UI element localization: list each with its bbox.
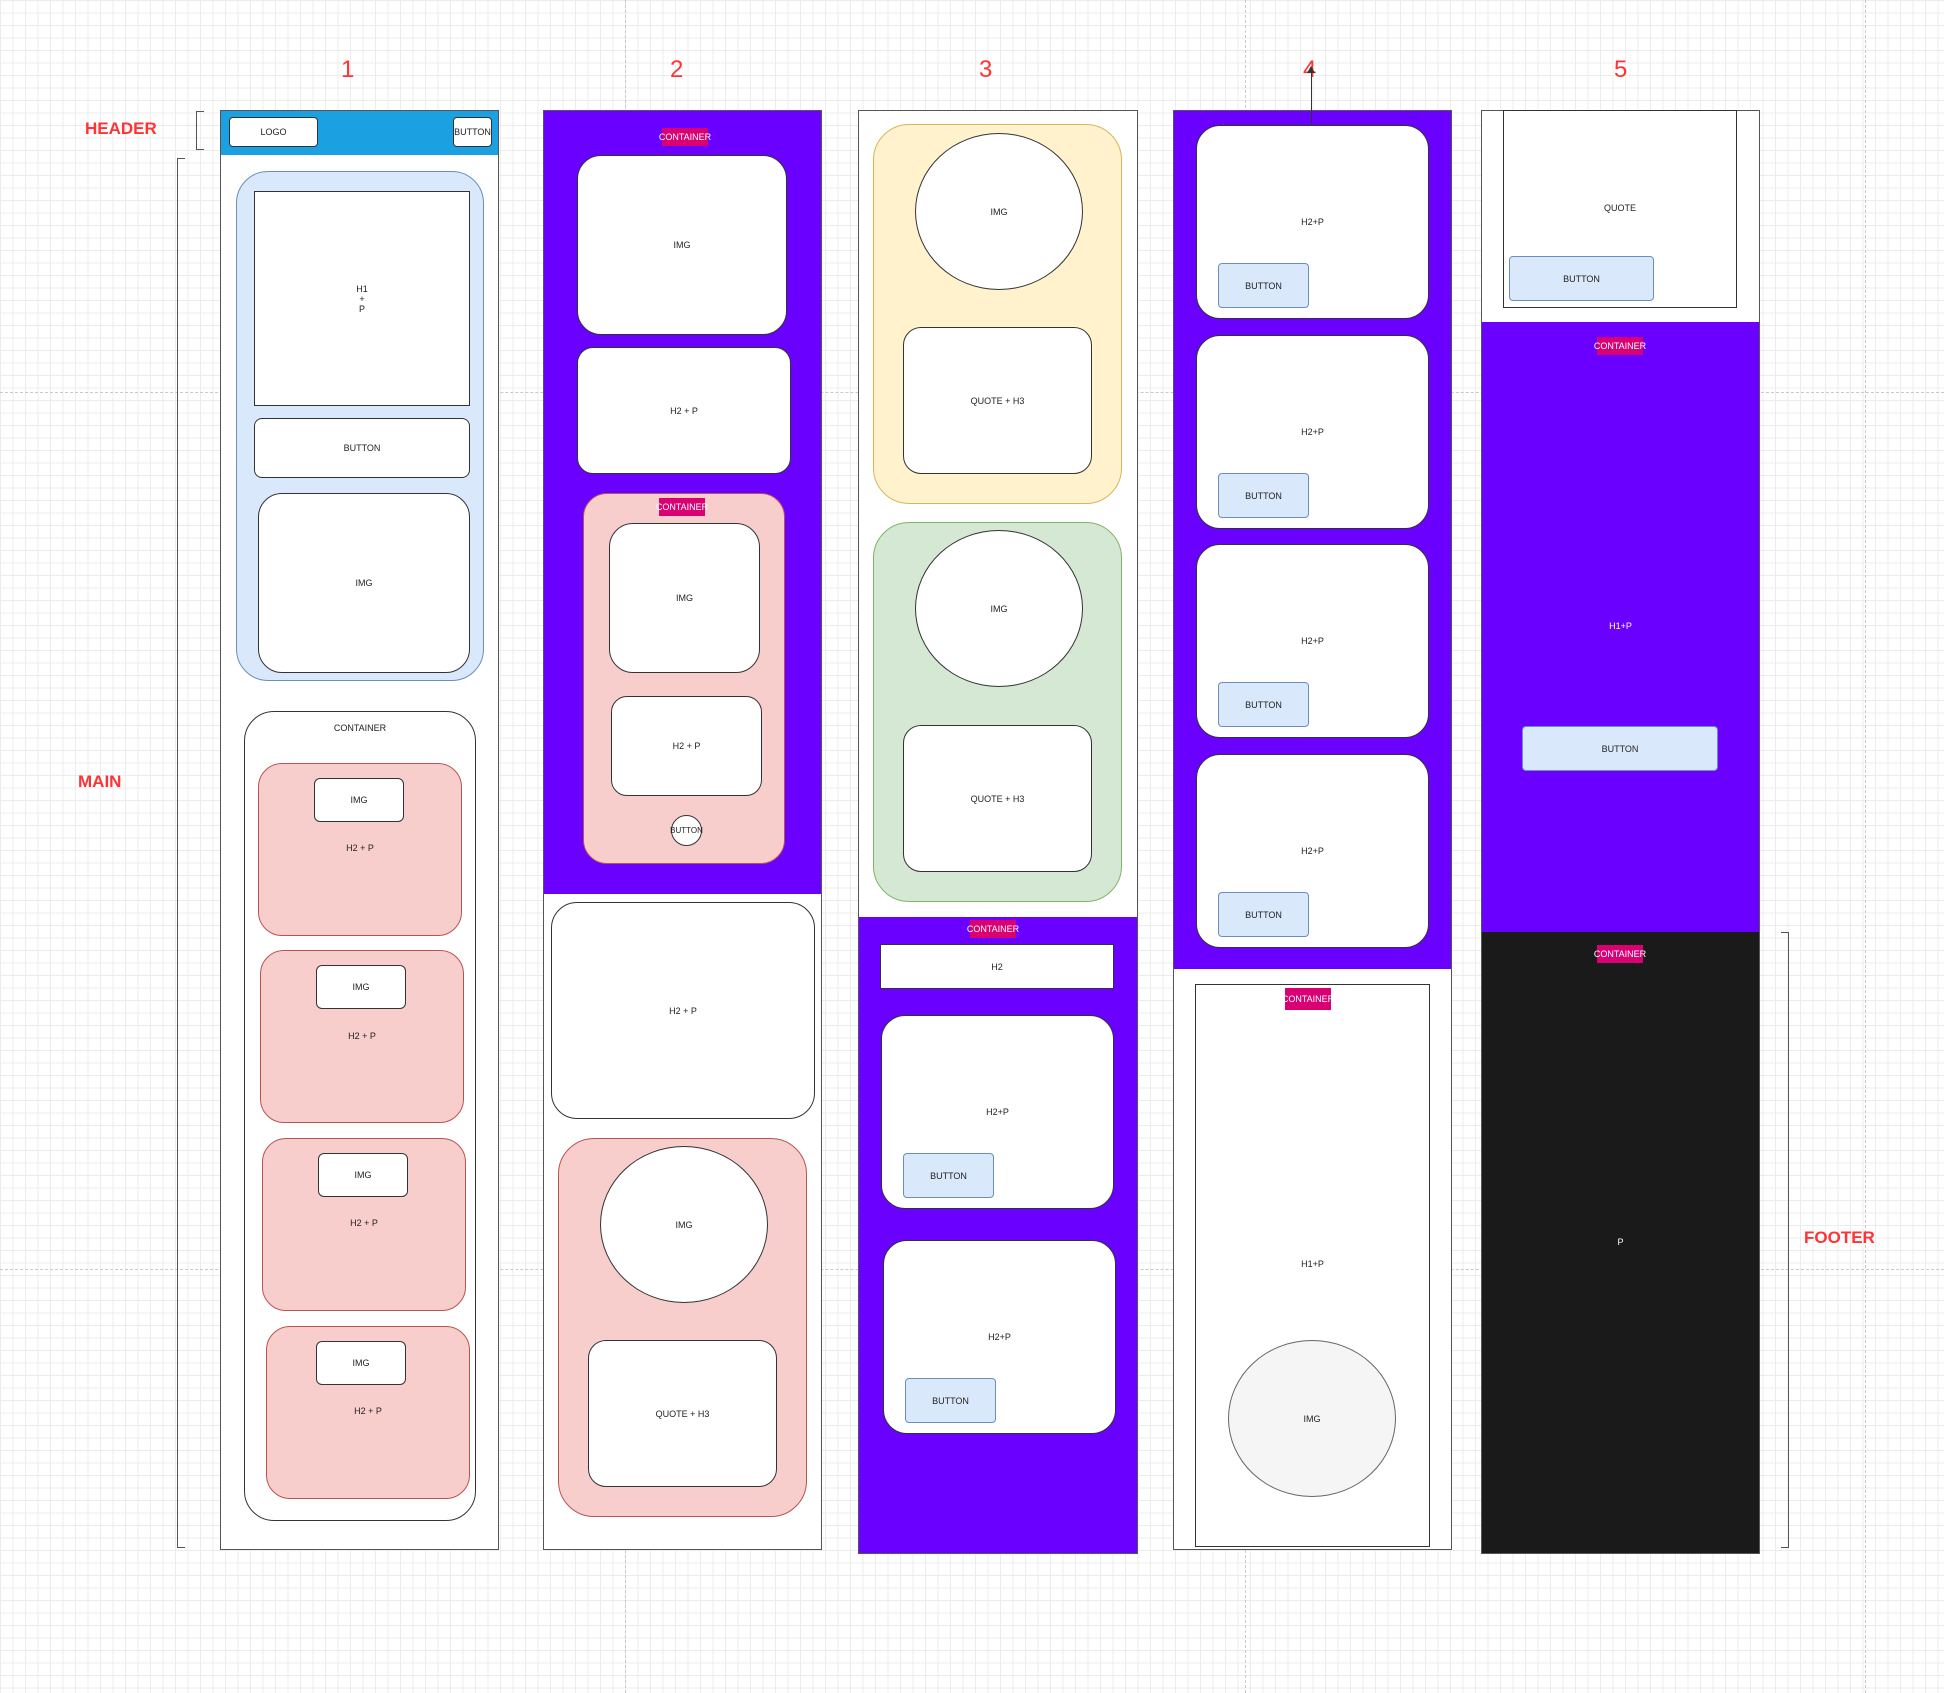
- purple-section: [859, 917, 1137, 1553]
- footer-brace: [1781, 932, 1789, 1548]
- col4-card-4-button[interactable]: BUTTON: [1218, 892, 1309, 937]
- container-chip: CONTAINER: [656, 498, 708, 516]
- col4-card-3-button[interactable]: BUTTON: [1218, 682, 1309, 727]
- quote-card-green-text: QUOTE + H3: [903, 725, 1092, 872]
- container-label: CONTAINER: [333, 723, 387, 733]
- container-chip: CONTAINER: [1282, 988, 1334, 1010]
- hero-img: IMG: [258, 493, 470, 673]
- col5-cta-button[interactable]: BUTTON: [1522, 726, 1718, 771]
- header-brace: [196, 111, 204, 150]
- card-3-text: H2 + P: [350, 1218, 378, 1228]
- card-3-img: IMG: [318, 1153, 408, 1197]
- col3-card-2-button[interactable]: BUTTON: [905, 1378, 996, 1423]
- container-chip: CONTAINER: [1594, 337, 1646, 355]
- footer-p: P: [1617, 1237, 1624, 1247]
- card-2-img: IMG: [316, 965, 406, 1009]
- quote-button[interactable]: BUTTON: [1509, 256, 1654, 301]
- col2-h2-p: H2 + P: [577, 347, 791, 474]
- logo[interactable]: LOGO: [229, 117, 318, 147]
- pointer-line: [1311, 70, 1312, 125]
- hero-button[interactable]: BUTTON: [254, 418, 470, 478]
- col2-img: IMG: [577, 155, 787, 335]
- column-number-2: 2: [670, 56, 684, 83]
- container-chip: CONTAINER: [967, 920, 1019, 938]
- arrow-up-icon: [1307, 66, 1315, 73]
- nested-h2-p: H2 + P: [611, 696, 762, 796]
- grid-guide: [1865, 0, 1866, 1693]
- card-2-text: H2 + P: [348, 1031, 376, 1041]
- card-1-text: H2 + P: [346, 843, 374, 853]
- nested-img: IMG: [609, 523, 760, 673]
- section-label-main: MAIN: [78, 772, 122, 791]
- header-button[interactable]: BUTTON: [453, 117, 492, 147]
- section-label-header: HEADER: [85, 119, 157, 138]
- quote-card-yellow-text: QUOTE + H3: [903, 327, 1092, 474]
- testimonial-img: IMG: [600, 1146, 768, 1303]
- testimonial-quote: QUOTE + H3: [588, 1340, 777, 1487]
- column-number-1: 1: [341, 56, 355, 83]
- nested-round-button[interactable]: BUTTON: [670, 815, 703, 846]
- col5-h1-p: H1+P: [1609, 621, 1632, 631]
- col4-card-2-button[interactable]: BUTTON: [1218, 473, 1309, 518]
- col4-card-1-button[interactable]: BUTTON: [1218, 263, 1309, 308]
- card-1-img: IMG: [314, 778, 404, 822]
- col2-h2-p-large: H2 + P: [551, 902, 815, 1119]
- container-chip: CONTAINER: [659, 128, 711, 146]
- column-number-5: 5: [1614, 56, 1628, 83]
- main-brace: [177, 158, 185, 1548]
- col3-card-1-button[interactable]: BUTTON: [903, 1153, 994, 1198]
- card-4-img: IMG: [316, 1341, 406, 1385]
- card-4-text: H2 + P: [354, 1406, 382, 1416]
- quote-card-green-img: IMG: [915, 530, 1083, 687]
- column-number-3: 3: [979, 56, 993, 83]
- quote-card-yellow-img: IMG: [915, 133, 1083, 290]
- container-chip: CONTAINER: [1594, 945, 1646, 963]
- section-label-footer: FOOTER: [1804, 1228, 1875, 1247]
- quote-text: QUOTE: [1603, 203, 1636, 213]
- hero-h1-p: H1 + P: [254, 191, 470, 406]
- col4-img: IMG: [1228, 1340, 1396, 1497]
- col3-h2: H2: [880, 944, 1114, 989]
- col4-h1-p: H1+P: [1301, 1259, 1324, 1269]
